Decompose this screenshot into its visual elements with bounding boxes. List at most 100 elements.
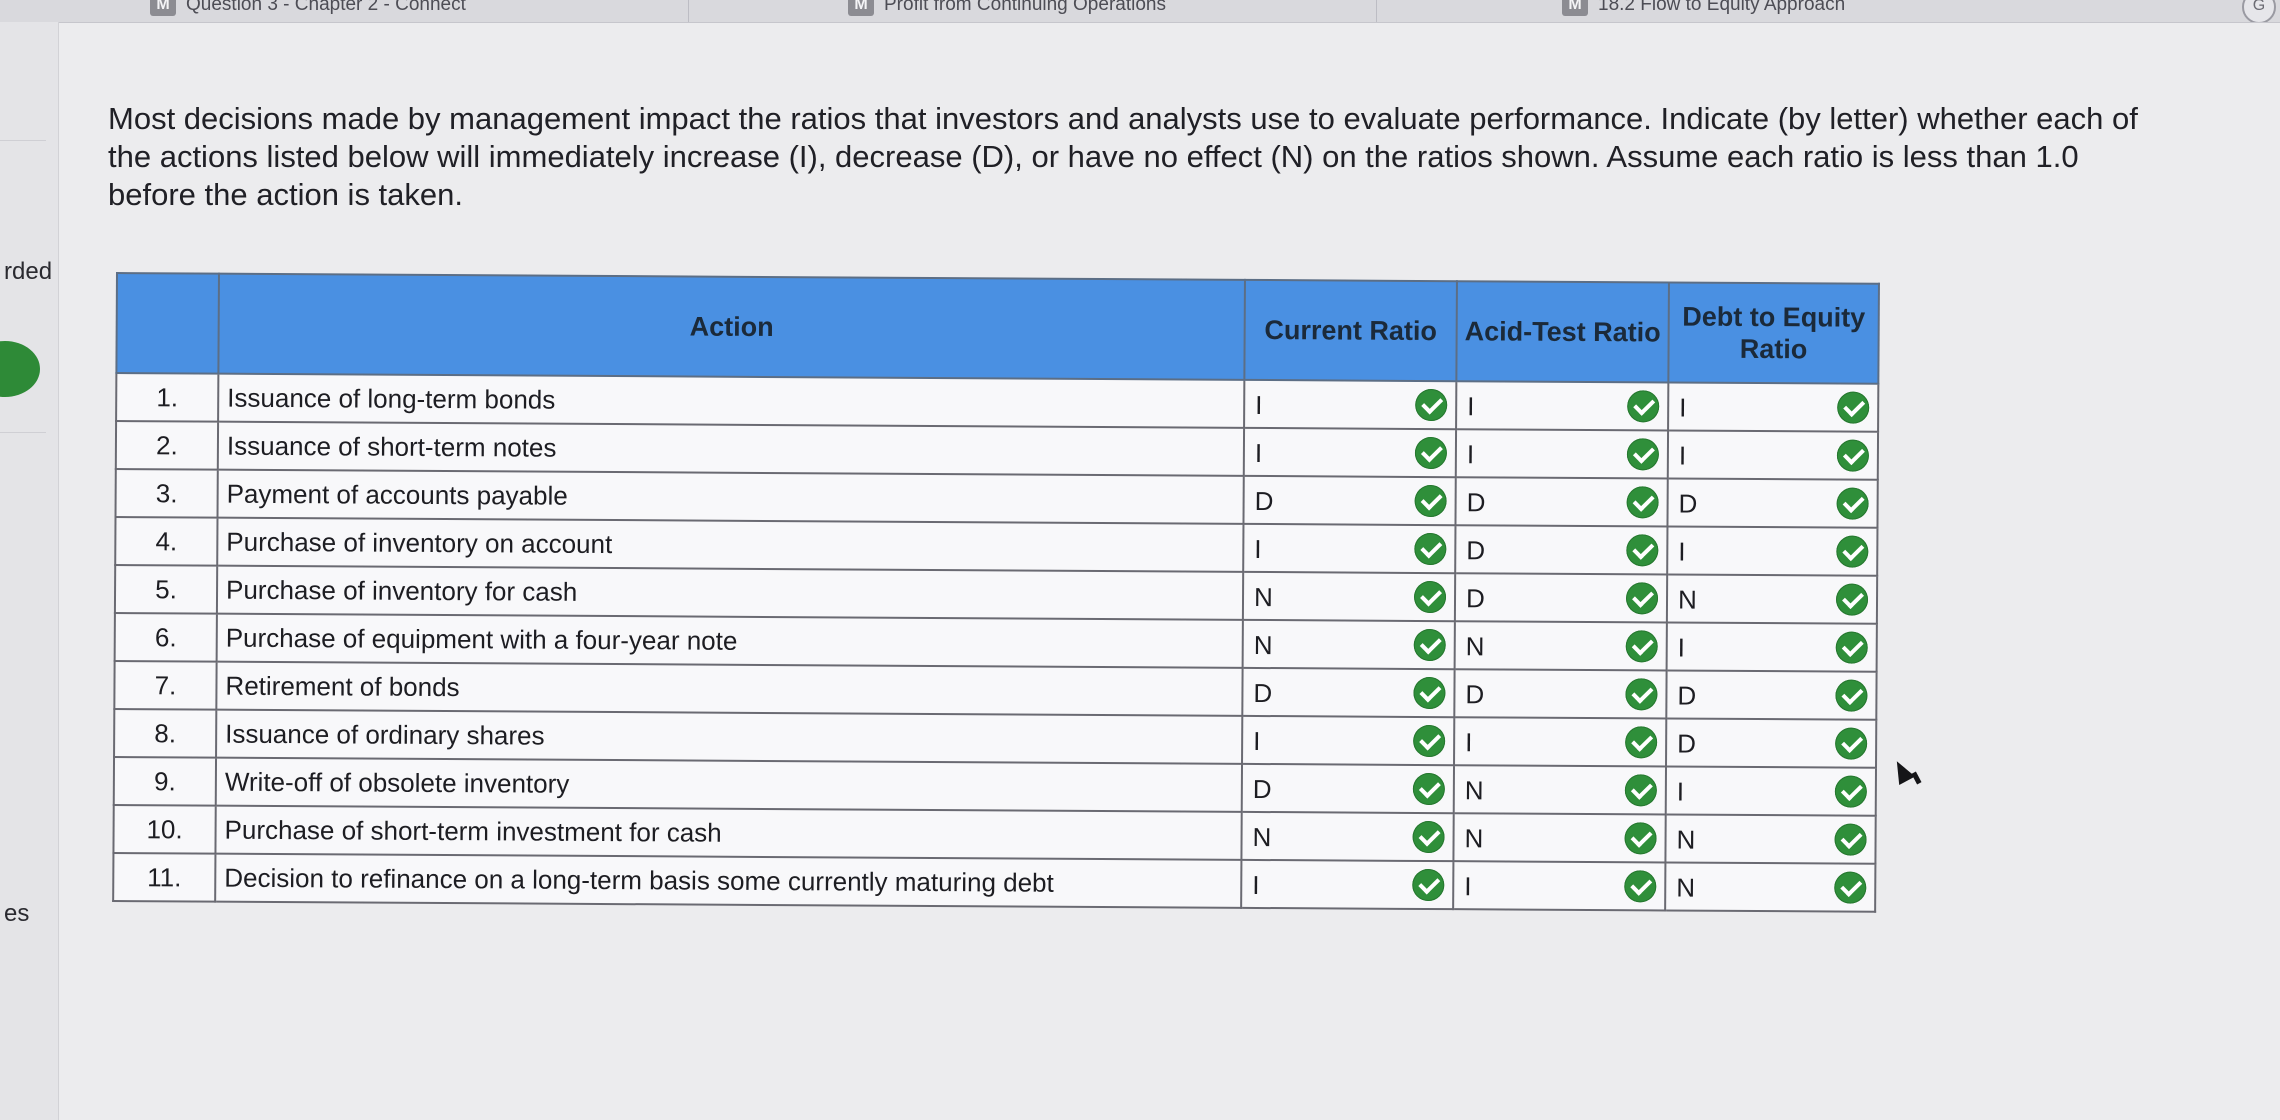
answer-letter[interactable]: N xyxy=(1465,775,1484,806)
answer-cell-acid[interactable]: D xyxy=(1455,477,1668,527)
check-circle-icon xyxy=(1835,727,1868,760)
answer-cell-debt[interactable]: N xyxy=(1665,862,1876,912)
answer-letter[interactable]: N xyxy=(1464,823,1483,854)
row-number: 1. xyxy=(116,373,219,422)
answer-letter[interactable]: D xyxy=(1679,489,1698,520)
action-cell: Issuance of short-term notes xyxy=(217,421,1245,476)
answer-cell-current[interactable]: I xyxy=(1242,715,1455,766)
answer-cell-debt[interactable]: I xyxy=(1666,622,1877,672)
answer-cell-current[interactable]: I xyxy=(1243,523,1456,574)
answer-letter[interactable]: I xyxy=(1252,870,1259,901)
header-current-ratio: Current Ratio xyxy=(1244,279,1457,382)
answer-letter[interactable]: I xyxy=(1253,726,1260,757)
check-circle-icon xyxy=(1413,676,1446,710)
action-cell: Issuance of ordinary shares xyxy=(216,709,1243,764)
answer-letter[interactable]: N xyxy=(1678,585,1697,616)
check-circle-icon xyxy=(1624,774,1657,807)
answer-letter[interactable]: I xyxy=(1467,391,1474,422)
answer-cell-debt[interactable]: I xyxy=(1667,430,1879,480)
tab-separator xyxy=(1376,0,1377,22)
action-cell: Retirement of bonds xyxy=(216,661,1243,716)
answer-letter[interactable]: D xyxy=(1467,487,1486,518)
mouse-pointer-tail xyxy=(1911,771,1922,785)
answer-cell-debt[interactable]: I xyxy=(1667,526,1878,576)
answer-letter[interactable]: D xyxy=(1253,774,1272,805)
answer-cell-current[interactable]: D xyxy=(1243,475,1456,526)
browser-tab-profit[interactable]: M Profit from Continuing Operations xyxy=(848,0,1166,20)
answer-cell-current[interactable]: N xyxy=(1241,811,1454,862)
check-circle-icon xyxy=(1834,775,1867,808)
answer-letter[interactable]: I xyxy=(1678,537,1685,568)
check-circle-icon xyxy=(1625,678,1658,711)
answer-letter[interactable]: I xyxy=(1255,438,1262,469)
answer-cell-current[interactable]: N xyxy=(1242,571,1456,622)
panel-divider xyxy=(0,140,46,141)
answer-letter[interactable]: N xyxy=(1676,825,1695,856)
answer-cell-acid[interactable]: N xyxy=(1453,765,1667,815)
row-number: 4. xyxy=(115,517,218,566)
answer-letter[interactable]: I xyxy=(1255,390,1262,421)
check-circle-icon xyxy=(1625,726,1658,759)
answer-letter[interactable]: N xyxy=(1466,631,1485,662)
answer-letter[interactable]: D xyxy=(1465,679,1484,710)
answer-cell-debt[interactable]: I xyxy=(1668,382,1879,432)
answer-letter[interactable]: D xyxy=(1677,729,1696,760)
check-circle-icon xyxy=(1834,871,1867,904)
answer-cell-current[interactable]: I xyxy=(1241,859,1454,910)
answer-letter[interactable]: I xyxy=(1467,439,1474,470)
row-number: 9. xyxy=(113,756,217,806)
check-circle-icon xyxy=(1414,532,1447,566)
tab-label: Question 3 - Chapter 2 - Connect xyxy=(186,0,466,15)
answer-letter[interactable]: D xyxy=(1466,535,1485,566)
answer-letter[interactable]: N xyxy=(1252,822,1271,853)
answer-cell-acid[interactable]: N xyxy=(1454,621,1667,671)
answer-letter[interactable]: D xyxy=(1466,583,1485,614)
answer-cell-acid[interactable]: N xyxy=(1453,813,1666,863)
answer-letter[interactable]: I xyxy=(1254,534,1261,565)
answer-letter[interactable]: D xyxy=(1253,678,1272,709)
answer-cell-debt[interactable]: D xyxy=(1667,478,1878,528)
action-cell: Purchase of equipment with a four-year n… xyxy=(216,613,1243,668)
check-circle-icon xyxy=(1625,582,1659,615)
panel-divider xyxy=(0,432,46,433)
check-circle-icon xyxy=(1412,868,1445,902)
connect-logo-icon: M xyxy=(1562,0,1588,16)
answer-cell-acid[interactable]: D xyxy=(1455,525,1668,575)
answer-cell-debt[interactable]: I xyxy=(1665,766,1877,816)
answer-cell-acid[interactable]: I xyxy=(1455,429,1669,479)
check-circle-icon xyxy=(1836,439,1870,472)
browser-tab-question[interactable]: M Question 3 - Chapter 2 - Connect xyxy=(150,0,466,20)
answer-letter[interactable]: I xyxy=(1678,633,1685,664)
answer-cell-current[interactable]: I xyxy=(1244,379,1457,430)
mouse-pointer-icon xyxy=(1888,757,1922,785)
answer-cell-debt[interactable]: D xyxy=(1666,718,1877,768)
answer-cell-debt[interactable]: N xyxy=(1665,814,1876,864)
answer-cell-acid[interactable]: I xyxy=(1454,717,1667,767)
answer-cell-acid[interactable]: I xyxy=(1453,861,1666,911)
answer-letter[interactable]: I xyxy=(1679,393,1686,424)
browser-tab-equity[interactable]: M 18.2 Flow to Equity Approach xyxy=(1562,0,1845,20)
answer-letter[interactable]: I xyxy=(1465,727,1472,758)
tab-label: 18.2 Flow to Equity Approach xyxy=(1598,0,1846,15)
answer-cell-current[interactable]: D xyxy=(1242,667,1455,718)
answer-letter[interactable]: I xyxy=(1464,871,1471,902)
answer-cell-current[interactable]: D xyxy=(1241,763,1455,814)
header-debt-to-equity-ratio: Debt to Equity Ratio xyxy=(1668,282,1879,384)
answer-cell-debt[interactable]: N xyxy=(1666,574,1878,624)
answer-letter[interactable]: D xyxy=(1677,681,1696,712)
google-icon[interactable]: G xyxy=(2242,0,2276,22)
answer-cell-current[interactable]: I xyxy=(1243,427,1457,478)
answer-cell-current[interactable]: N xyxy=(1242,619,1455,670)
answer-letter[interactable]: N xyxy=(1254,582,1273,613)
answer-cell-acid[interactable]: D xyxy=(1454,669,1667,719)
answer-letter[interactable]: D xyxy=(1255,486,1274,517)
answer-cell-acid[interactable]: I xyxy=(1456,381,1669,431)
check-circle-icon xyxy=(1835,583,1869,616)
table-row: 11. Decision to refinance on a long-term … xyxy=(113,852,1876,912)
answer-letter[interactable]: N xyxy=(1254,630,1273,661)
answer-letter[interactable]: N xyxy=(1676,873,1695,904)
answer-letter[interactable]: I xyxy=(1677,777,1684,808)
answer-cell-debt[interactable]: D xyxy=(1666,670,1877,720)
answer-letter[interactable]: I xyxy=(1679,441,1686,472)
answer-cell-acid[interactable]: D xyxy=(1454,573,1668,623)
